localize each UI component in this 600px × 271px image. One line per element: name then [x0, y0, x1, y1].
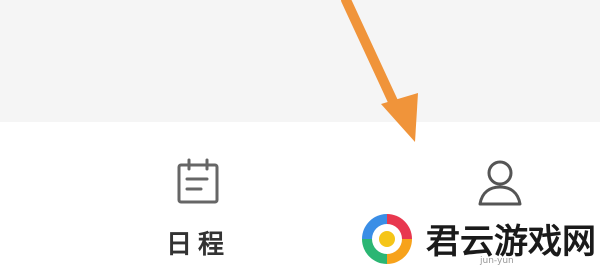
site-logo: [360, 212, 414, 266]
watermark-subtext: jun-yun: [480, 256, 514, 266]
tab-schedule-label: 日程: [165, 230, 230, 260]
watermark: 君云游戏网 jun-yun: [352, 200, 600, 271]
calendar-icon: [177, 158, 219, 204]
content-area: [0, 0, 600, 122]
tab-schedule[interactable]: 日程: [118, 122, 278, 271]
